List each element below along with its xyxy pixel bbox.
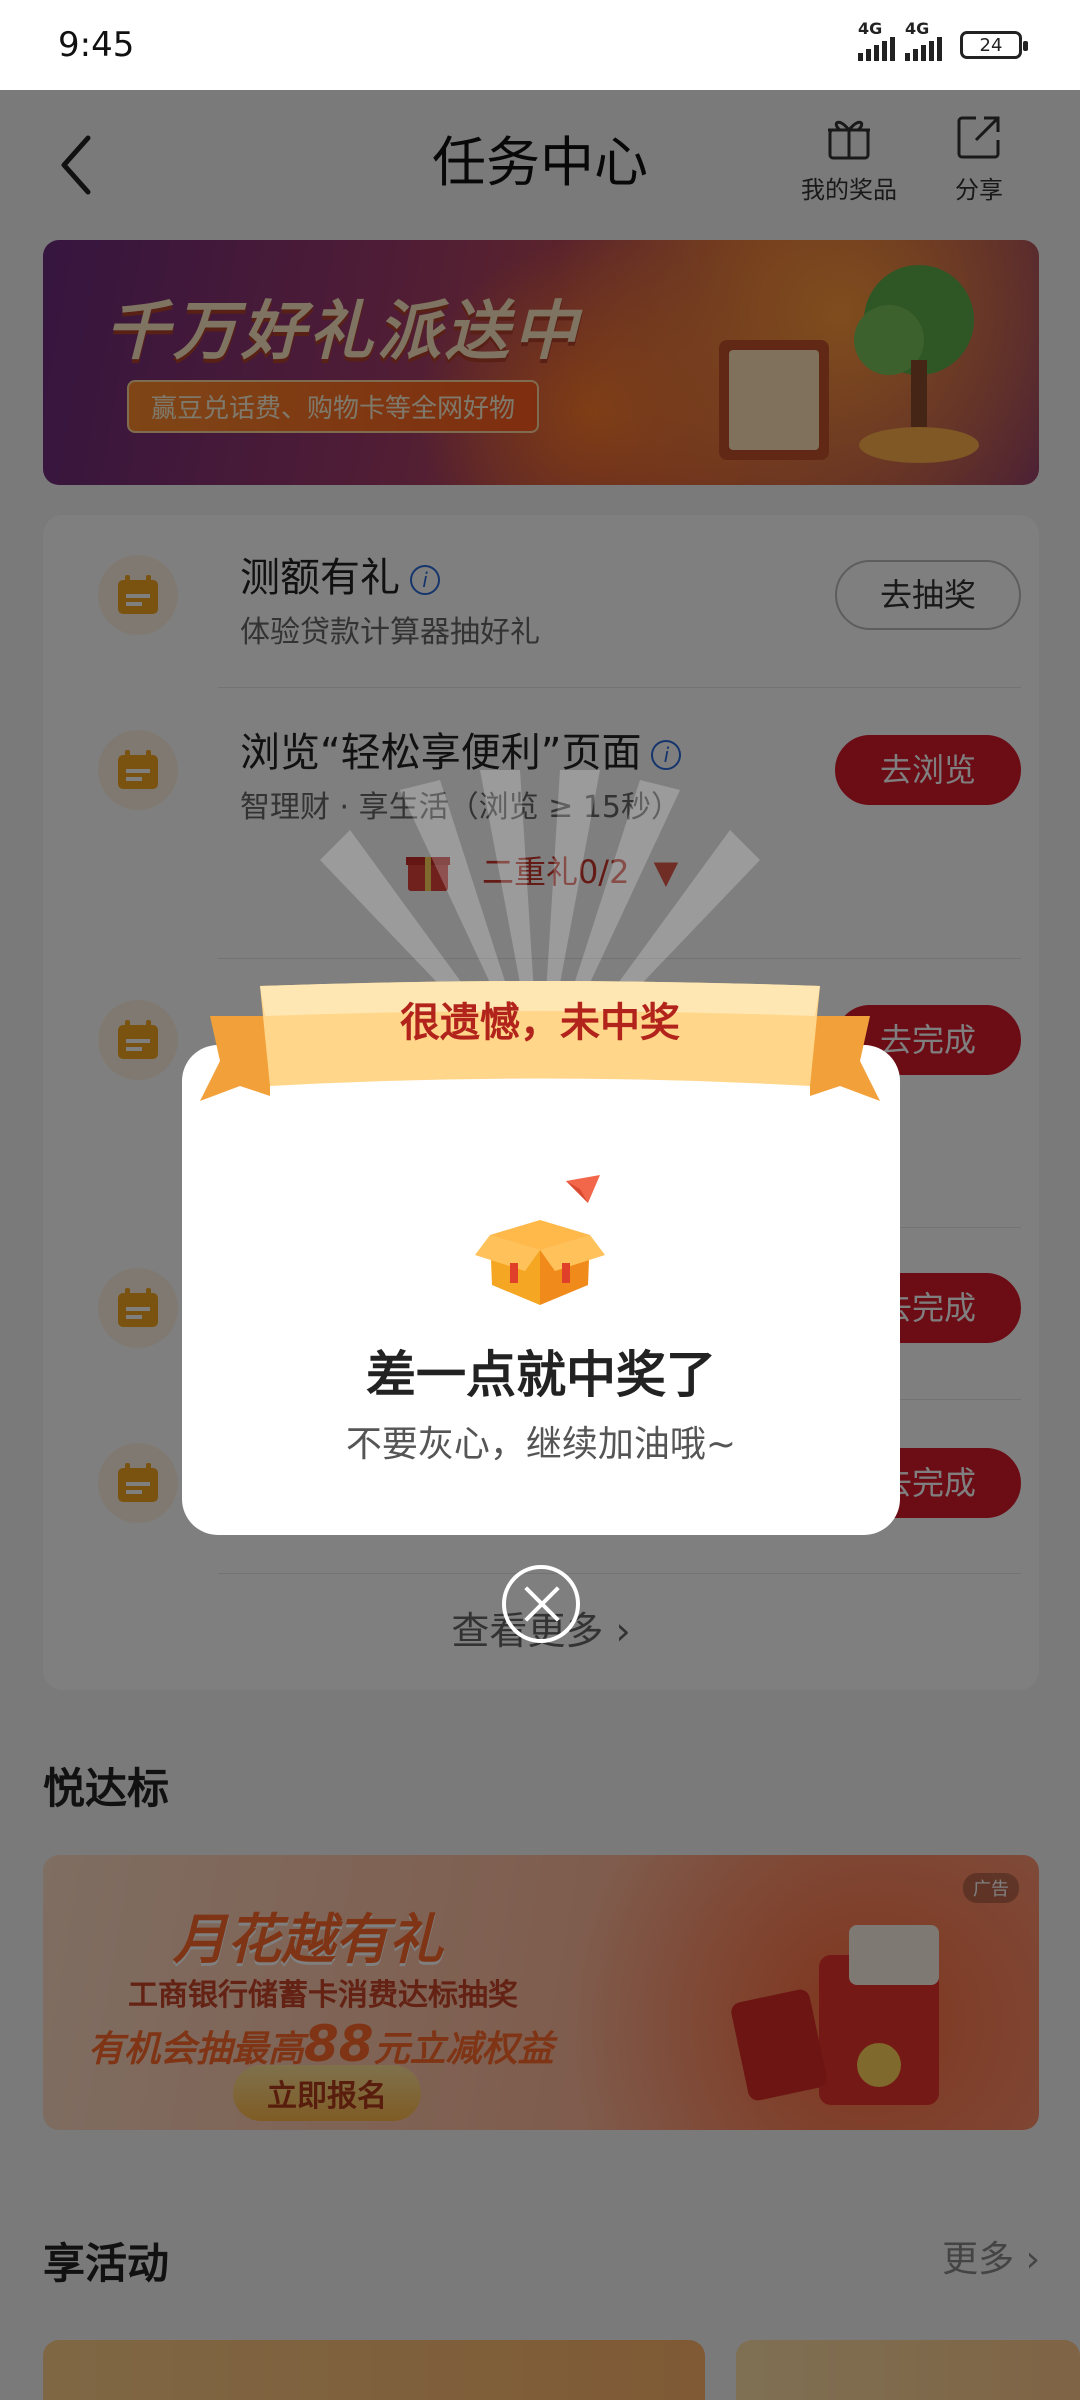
network-label: 4G <box>905 19 930 38</box>
status-time: 9:45 <box>58 25 135 65</box>
status-bar: 9:45 4G 4G 24 <box>0 0 1080 90</box>
signal-icon: 4G <box>858 19 895 61</box>
ribbon-title: 很遗憾，未中奖 <box>400 1000 680 1046</box>
close-icon[interactable] <box>502 1565 580 1643</box>
network-label: 4G <box>858 19 883 38</box>
battery-icon: 24 <box>960 31 1028 59</box>
modal-title: 差一点就中奖了 <box>366 1346 716 1404</box>
signal-icon: 4G <box>905 19 942 61</box>
empty-box-icon <box>475 1175 605 1305</box>
status-icons: 4G 4G 24 <box>858 19 1028 61</box>
modal-subtitle: 不要灰心，继续加油哦~ <box>345 1424 737 1465</box>
